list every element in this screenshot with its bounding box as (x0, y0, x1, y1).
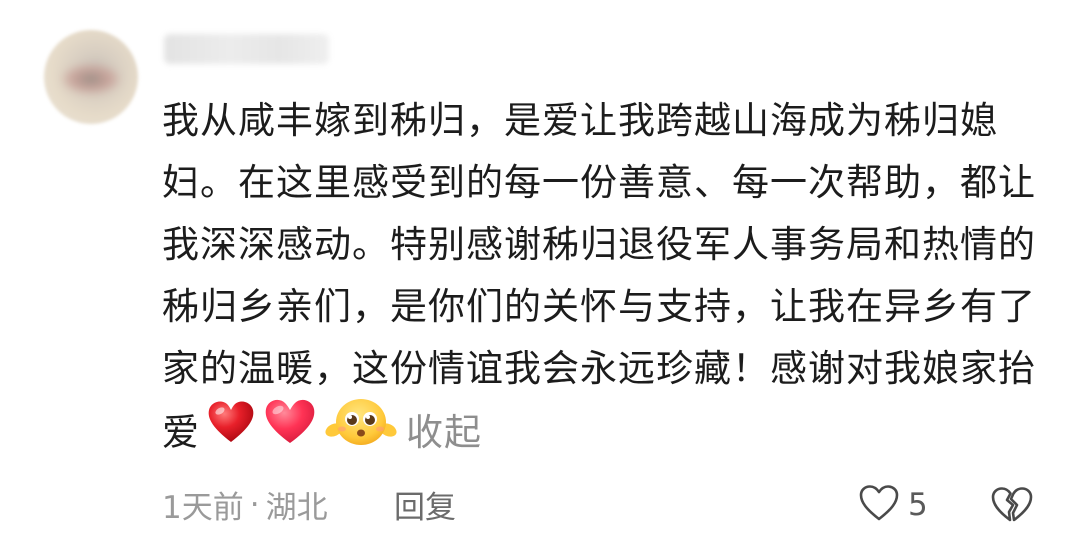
dislike-button[interactable] (990, 486, 1034, 528)
broken-heart-icon (990, 487, 1034, 528)
comment-body: 我从咸丰嫁到秭归，是爱让我跨越山海成为秭归媳妇。在这里感受到的每一份善意、每一次… (162, 90, 1042, 469)
like-count: 5 (908, 487, 928, 523)
pleading-face-emoji (324, 396, 398, 465)
reply-button[interactable]: 回复 (394, 482, 456, 527)
comment-meta: 1天前 · 湖北 (162, 482, 328, 527)
username-blurred[interactable] (164, 34, 329, 64)
meta-separator: · (249, 486, 260, 523)
comment-time: 1天前 (162, 490, 244, 526)
red-heart-emoji (206, 398, 256, 463)
heart-outline-icon (858, 484, 900, 526)
collapse-link[interactable]: 收起 (406, 411, 482, 454)
avatar[interactable] (44, 30, 138, 124)
pink-heart-emoji (262, 397, 318, 464)
comment-location: 湖北 (265, 490, 328, 526)
like-button[interactable]: 5 (858, 484, 928, 526)
avatar-image (62, 64, 120, 94)
